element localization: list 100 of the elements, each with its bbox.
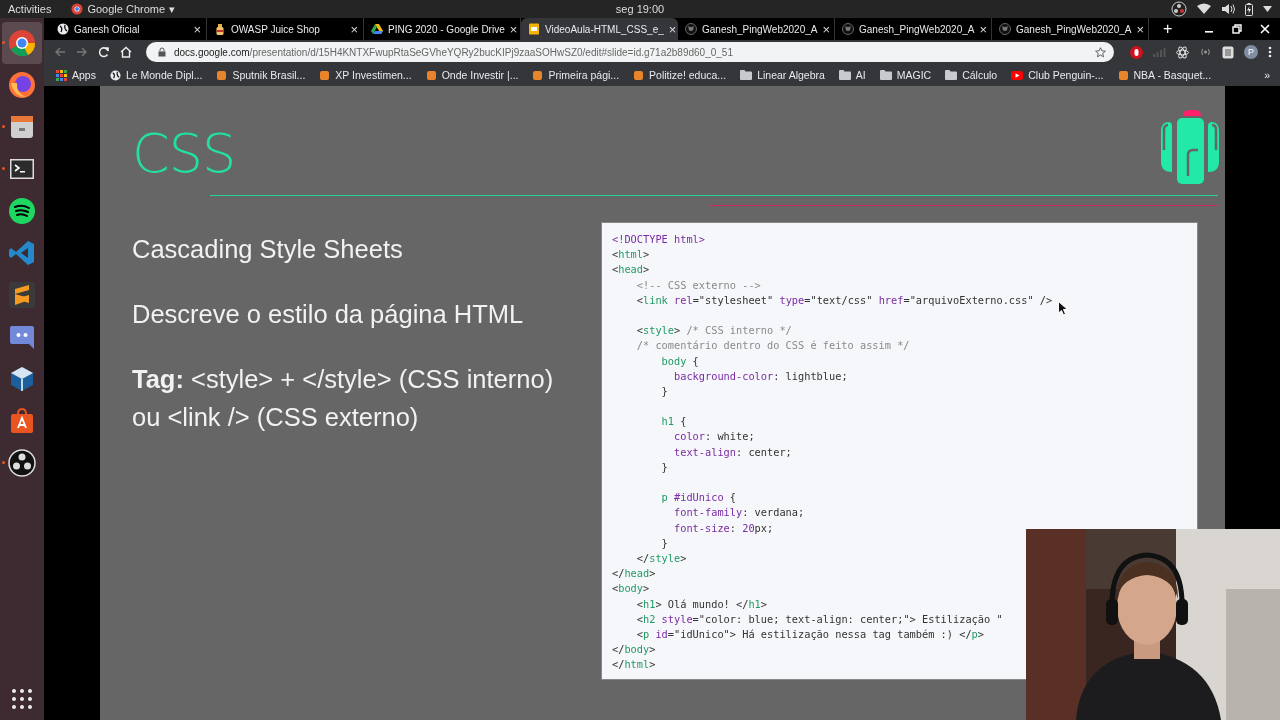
close-icon[interactable]: × <box>1136 21 1145 37</box>
globe-icon <box>109 69 121 81</box>
code-line: color: white; <box>673 429 755 445</box>
broadcast-icon[interactable] <box>1199 47 1212 57</box>
code-line: </head> <box>612 566 656 582</box>
browser-icon <box>8 29 36 57</box>
chat-bubble-icon <box>8 323 36 351</box>
browser-icon <box>8 71 36 99</box>
code-line: text-align: center; <box>673 444 792 460</box>
tab-title: VideoAula-HTML_CSS_e_ <box>545 23 664 35</box>
browser-tab[interactable]: VideoAula-HTML_CSS_e_ × <box>521 18 678 40</box>
bookmark[interactable]: Linear Algebra <box>740 69 825 81</box>
code-line: </style> <box>635 550 687 566</box>
tab-title: OWASP Juice Shop <box>231 23 320 35</box>
code-line: } <box>660 535 668 551</box>
sound-waves-icon <box>8 197 36 225</box>
bookmark[interactable]: XP Investimen... <box>319 69 412 81</box>
bookmark[interactable]: AI <box>838 69 866 81</box>
more-bookmarks-button[interactable]: » <box>1264 69 1270 81</box>
slides-icon <box>528 23 540 35</box>
document-icon[interactable] <box>1222 45 1234 59</box>
folder-icon <box>879 70 892 80</box>
home-icon[interactable] <box>120 46 132 58</box>
shopping-bag-icon <box>8 407 36 435</box>
code-line: } <box>660 459 668 475</box>
close-icon[interactable]: × <box>193 21 201 37</box>
folder-icon <box>838 70 851 80</box>
stripes-icon <box>8 281 36 309</box>
code-line: h1 { <box>660 414 687 430</box>
close-icon[interactable] <box>1260 24 1270 34</box>
triangle-icon <box>371 23 383 35</box>
app-grid-icon[interactable] <box>11 688 33 710</box>
drawer-icon <box>8 113 36 141</box>
close-icon[interactable]: × <box>822 21 831 37</box>
forward-icon[interactable] <box>76 46 88 58</box>
menu-icon[interactable] <box>1268 46 1272 58</box>
dock-button[interactable] <box>2 22 42 64</box>
bookmark[interactable]: Onde Investir |... <box>425 69 519 81</box>
bookmark[interactable]: Le Monde Dipl... <box>109 69 203 81</box>
code-editor-icon <box>8 239 36 267</box>
bookmark[interactable]: Club Penguin-... <box>1011 69 1104 81</box>
url-text: docs.google.com/presentation/d/15H4KNTXFwupRtaSeGVheYQRy2bucKIPj9zaaSOHwSZ0/edit#slide=id.g71a2b89d60_0_51 <box>174 46 733 58</box>
restore-icon[interactable] <box>1232 24 1242 34</box>
new-tab-button[interactable]: + <box>1163 20 1173 38</box>
code-line: <!-- CSS externo --> <box>635 277 761 293</box>
close-icon[interactable]: × <box>350 21 358 37</box>
cat-icon <box>999 23 1011 35</box>
cat-icon <box>842 23 854 35</box>
bookmark[interactable]: Politize! educa... <box>633 69 727 81</box>
code-line: <!DOCTYPE html> <box>612 232 705 247</box>
cat-icon <box>685 23 697 35</box>
code-line: font-size: 20px; <box>673 520 774 536</box>
bookmark[interactable]: Sputnik Brasil... <box>216 69 306 81</box>
bookmark[interactable]: Cálculo <box>945 69 998 81</box>
lock-icon <box>158 47 166 57</box>
close-icon[interactable]: × <box>979 21 988 37</box>
code-line: <style> /* CSS interno */ <box>635 323 792 339</box>
code-line: <link rel="stylesheet" type="text/css" href="arquivoExterno.css" /> <box>635 292 1053 308</box>
battery-icon[interactable] <box>1245 2 1253 16</box>
folder-icon <box>740 70 753 80</box>
bookmark[interactable]: MAGIC <box>879 69 932 81</box>
back-icon[interactable] <box>54 46 66 58</box>
atom-icon[interactable] <box>1176 45 1189 59</box>
bullet-text: Tag: <style> + </style> (CSS interno) ou <link /> (CSS externo) <box>132 364 555 433</box>
bookmark[interactable]: Primeira pági... <box>532 69 620 81</box>
slide-title: CSS <box>132 124 236 184</box>
clock[interactable]: seg 19:00 <box>615 3 665 15</box>
record-icon[interactable] <box>1171 1 1187 17</box>
tab-title: PING 2020 - Google Drive <box>388 23 505 35</box>
site-icon <box>532 69 544 81</box>
grid-icon <box>56 69 67 81</box>
site-icon <box>633 69 645 81</box>
volume-icon[interactable] <box>1221 3 1235 15</box>
close-icon[interactable]: × <box>668 21 677 37</box>
code-line: font-family: verdana; <box>673 505 805 521</box>
close-icon[interactable]: × <box>509 21 518 37</box>
code-line: <h1> Olá mundo! </h1> <box>635 596 767 612</box>
app-name: Google Chrome <box>87 3 166 15</box>
activities-button[interactable]: Activities <box>8 3 52 15</box>
reload-icon[interactable] <box>98 46 110 58</box>
wifi-icon[interactable] <box>1197 3 1211 15</box>
tab-title: Ganesh_PingWeb2020_A <box>1016 23 1132 35</box>
bookmark[interactable]: NBA - Basquet... <box>1117 69 1212 81</box>
code-line: </html> <box>612 657 656 673</box>
play-icon <box>1011 70 1024 80</box>
address-bar[interactable]: docs.google.com/presentation/d/15H4KNTXFwupRtaSeGVheYQRy2bucKIPj9zaaSOHwSZ0/edit#slide=id.g71a2b89d60_0_51 <box>146 42 1114 62</box>
cube-icon <box>8 365 36 393</box>
bookmark[interactable]: Apps <box>56 69 96 81</box>
app-menu[interactable]: Google Chrome ▾ <box>71 2 176 16</box>
code-line: background-color: lightblue; <box>673 368 848 384</box>
cursor-icon <box>1058 301 1068 316</box>
code-line: </body> <box>612 642 656 658</box>
caret-icon[interactable] <box>1263 6 1272 12</box>
code-line: } <box>660 383 668 399</box>
record-icon <box>8 449 36 477</box>
star-icon[interactable] <box>1095 46 1106 58</box>
browser-icon <box>71 3 84 15</box>
code-line: <h2 style="color: blue; text-align: center;"> Estilização " <box>635 611 1003 627</box>
code-line: p #idUnico { <box>660 490 736 506</box>
site-icon <box>319 69 331 81</box>
